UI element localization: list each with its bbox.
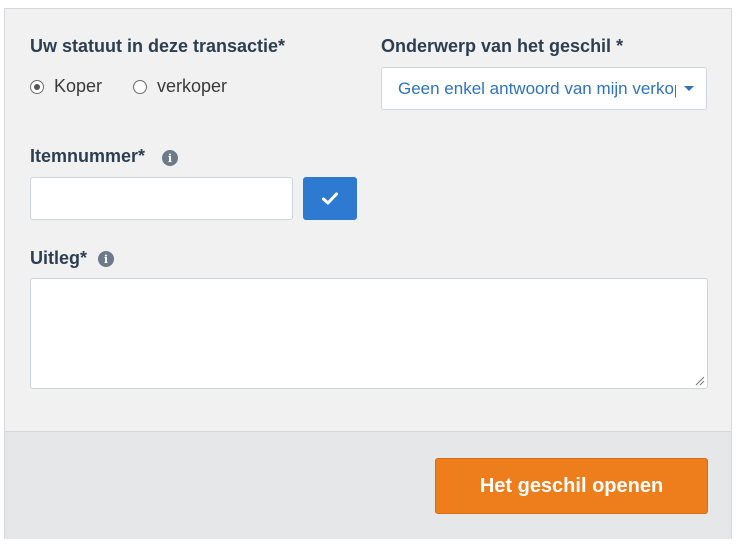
subject-selected-value: Geen enkel antwoord van mijn verkoper	[398, 78, 676, 98]
verify-item-button[interactable]	[303, 177, 357, 220]
explanation-label: Uitleg*	[30, 248, 88, 268]
radio-option-verkoper[interactable]: verkoper	[133, 76, 227, 97]
resize-handle-icon[interactable]	[695, 376, 705, 386]
info-icon[interactable]: i	[162, 150, 178, 166]
radio-button[interactable]	[30, 79, 44, 94]
open-dispute-button[interactable]: Het geschil openen	[435, 458, 708, 514]
dispute-form-card: Uw statuut in deze transactie* Koper ver…	[4, 8, 732, 539]
info-icon[interactable]: i	[98, 251, 114, 267]
chevron-down-icon	[684, 86, 694, 91]
checkmark-icon	[322, 192, 338, 205]
status-label: Uw statuut in deze transactie*	[30, 36, 286, 56]
radio-option-koper[interactable]: Koper	[30, 76, 102, 97]
radio-label: Koper	[54, 76, 103, 96]
item-number-label: Itemnummer*	[30, 146, 146, 166]
explanation-textarea[interactable]	[30, 278, 708, 389]
radio-label: verkoper	[157, 76, 228, 96]
subject-select[interactable]: Geen enkel antwoord van mijn verkoper	[381, 67, 707, 110]
subject-label: Onderwerp van het geschil *	[381, 36, 624, 56]
radio-button[interactable]	[133, 79, 147, 94]
item-number-input[interactable]	[30, 177, 293, 220]
